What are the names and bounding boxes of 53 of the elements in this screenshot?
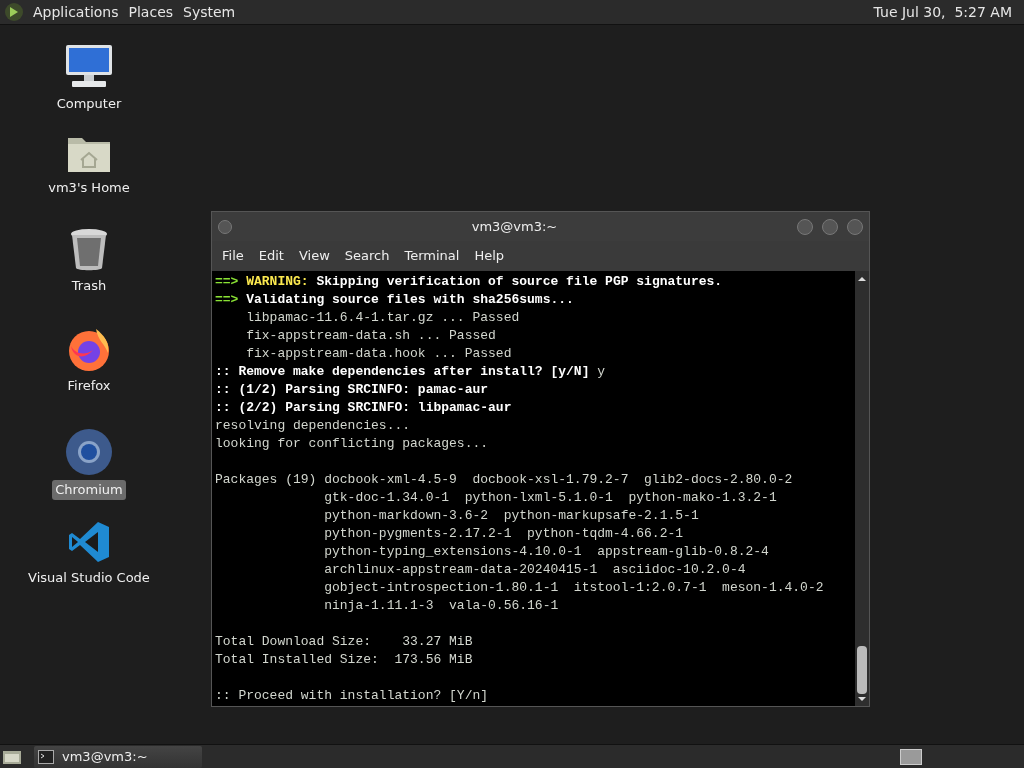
terminal-line: archlinux-appstream-data-20240415-1 asciidoc-10.2.0-4 — [323, 561, 746, 579]
scroll-thumb[interactable] — [857, 646, 867, 694]
panel-menu[interactable]: Places — [123, 1, 179, 23]
desktop-icon-label[interactable]: Visual Studio Code — [25, 568, 153, 588]
panel-menu[interactable]: System — [178, 1, 241, 23]
terminal-line: Packages (19) docbook-xml-4.5-9 docbook-xsl-1.79.2-7 glib2-docs-2.80.0-2 — [215, 471, 793, 489]
close-button[interactable] — [847, 218, 863, 235]
taskbar-button[interactable]: vm3@vm3:~ — [34, 745, 202, 768]
terminal-line: Total Installed Size: 173.56 MiB — [215, 651, 473, 669]
maximize-button[interactable] — [822, 218, 838, 235]
terminal-line: :: Proceed with installation? [Y/n] — [215, 687, 489, 705]
trash-icon — [69, 228, 109, 272]
panel-menu[interactable]: Applications — [28, 1, 124, 23]
scrollbar[interactable] — [855, 271, 869, 706]
terminal-line: Total Download Size: 33.27 MiB — [215, 633, 473, 651]
computer-icon — [64, 44, 114, 90]
terminal-icon — [38, 749, 54, 764]
distro-logo-icon — [4, 2, 24, 22]
menu-item[interactable]: Terminal — [398, 246, 466, 266]
workspace-switcher[interactable] — [900, 748, 922, 765]
terminal-line: libpamac-11.6.4-1.tar.gz ... Passed — [245, 309, 520, 327]
terminal-line: :: (1/2) Parsing SRCINFO: pamac-aur — [215, 381, 489, 399]
minimize-button[interactable] — [797, 218, 813, 235]
terminal-line: gobject-introspection-1.80.1-1 itstool-1:2.0.7-1 meson-1.4.0-2 — [323, 579, 824, 597]
desktop-icon-label[interactable]: Firefox — [64, 376, 114, 396]
terminal-line: ninja-1.11.1-3 vala-0.56.16-1 — [323, 597, 559, 615]
menu-item[interactable]: File — [216, 246, 250, 266]
vscode-icon — [67, 520, 111, 564]
firefox-icon — [66, 326, 112, 372]
terminal-line: fix-appstream-data.sh ... Passed — [245, 327, 496, 345]
chromium-icon — [65, 428, 113, 476]
window-title: vm3@vm3:~ — [470, 217, 559, 236]
desktop-icon-label[interactable]: vm3's Home — [45, 178, 133, 198]
terminal-line: python-typing_extensions-4.10.0-1 appstream-glib-0.8.2-4 — [323, 543, 769, 561]
desktop-icon-label[interactable]: Chromium — [52, 480, 126, 500]
terminal-line: looking for conflicting packages... — [215, 435, 489, 453]
menu-item[interactable]: Edit — [252, 246, 290, 266]
terminal-line: resolving dependencies... — [215, 417, 411, 435]
desktop-icon-label[interactable]: Computer — [53, 94, 125, 114]
terminal-line: fix-appstream-data.hook ... Passed — [245, 345, 512, 363]
desktop-icon-label[interactable]: Trash — [68, 276, 110, 296]
terminal-line: ==> WARNING: Skipping verification of source file PGP signatures. — [215, 273, 723, 291]
clock[interactable]: Tue Jul 30, 5:27 AM — [873, 1, 1020, 23]
terminal-line: python-pygments-2.17.2-1 python-tqdm-4.66.2-1 — [323, 525, 684, 543]
menu-item[interactable]: Search — [338, 246, 396, 266]
terminal-line: gtk-doc-1.34.0-1 python-lxml-5.1.0-1 python-mako-1.3.2-1 — [323, 489, 777, 507]
terminal-line: python-markdown-3.6-2 python-markupsafe-2.1.5-1 — [323, 507, 699, 525]
menu-item[interactable]: Help — [468, 246, 511, 266]
scroll-up-icon[interactable] — [857, 274, 867, 284]
terminal-line: :: (2/2) Parsing SRCINFO: libpamac-aur — [215, 399, 512, 417]
menu-item[interactable]: View — [292, 246, 336, 266]
terminal-line: ==> Validating source files with sha256sums... — [215, 291, 574, 309]
terminal-line: :: Remove make dependencies after install? [y/N] y — [215, 363, 606, 381]
